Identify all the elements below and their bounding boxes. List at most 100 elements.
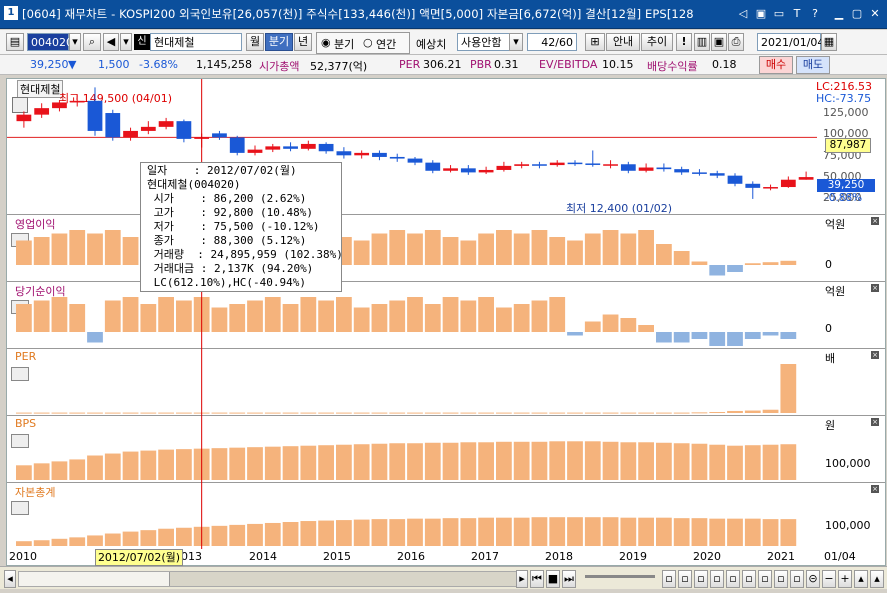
candle-body (389, 156, 405, 159)
bar-0 (709, 265, 726, 276)
bar-3 (176, 449, 192, 480)
radio-quarter-label[interactable]: 분기 (334, 36, 354, 52)
alert-icon[interactable]: ! (676, 33, 692, 51)
radio-quarter-icon[interactable]: ◉ (321, 36, 331, 49)
bar-3 (158, 449, 174, 480)
bar-1 (336, 297, 352, 332)
candle-body (354, 152, 370, 156)
bottom-bar: ◂ ▸ ⏮ ■ ⏭ ▫ ▫ ▫ ▫ ▫ ▫ ▫ ▫ ▫ ⊝ − + ▴ ▴ (0, 566, 887, 589)
radio-annual-label[interactable]: 연간 (376, 36, 396, 52)
guide-button[interactable]: 안내 (606, 33, 640, 51)
down-arrow-icon: ▼ (68, 58, 77, 71)
search-icon[interactable]: ⌕ (83, 33, 101, 51)
stop-icon[interactable]: ■ (546, 570, 560, 588)
mktcap-value: 52,377(억) (310, 60, 368, 73)
candle-body (620, 164, 636, 171)
pbr-label: PBR (470, 58, 492, 71)
tab-year[interactable]: 년 (294, 33, 312, 51)
tool-icon[interactable]: ▫ (742, 570, 756, 588)
tool-icon[interactable]: ▫ (710, 570, 724, 588)
menu-icon[interactable]: ▤ (6, 33, 24, 51)
period-count-field[interactable]: 42/60 (527, 33, 577, 51)
bar-4 (140, 530, 157, 546)
buy-button[interactable]: 매수 (759, 56, 793, 74)
bar-4 (620, 517, 637, 546)
bar-4 (602, 517, 619, 546)
scroll-end-icon[interactable]: ▴ (870, 570, 884, 588)
bar-0 (87, 233, 103, 265)
date-field[interactable]: 2021/01/04 (757, 33, 824, 51)
scroll-right-icon[interactable]: ▸ (516, 570, 528, 588)
tool-icon[interactable]: ▫ (790, 570, 804, 588)
bar-0 (407, 233, 423, 265)
panel-icon[interactable]: ▭ (771, 6, 787, 21)
close-button[interactable]: ✕ (867, 6, 883, 21)
tool-icon[interactable]: ▫ (726, 570, 740, 588)
bar-2 (247, 412, 263, 414)
link-icon[interactable]: ◁ (735, 6, 751, 21)
tool-icon[interactable]: ▫ (662, 570, 676, 588)
candle-body (514, 164, 530, 166)
tooltip-line: 종가 : 88,300 (5.12%) (147, 234, 307, 247)
zoom-icon[interactable]: ⊞ (585, 33, 605, 51)
help-icon[interactable]: ? (807, 6, 823, 21)
tooltip-line: 일자 : 2012/07/02(월) (147, 164, 297, 177)
candle-body (105, 113, 121, 138)
bar-2 (229, 412, 246, 414)
calendar-icon[interactable]: ▦ (821, 33, 837, 51)
trend-button[interactable]: 추이 (641, 33, 673, 51)
save-icon[interactable]: ▣ (711, 33, 727, 51)
tile-icon[interactable]: ▣ (753, 6, 769, 21)
bar-0 (16, 240, 32, 265)
bar-0 (104, 230, 121, 265)
bar-0 (371, 233, 388, 265)
code-dropdown-icon[interactable]: ▾ (69, 33, 81, 51)
zoom-out-icon[interactable]: − (822, 570, 836, 588)
bar-0 (460, 240, 477, 265)
chart-settings-icon[interactable]: ▥ (694, 33, 710, 51)
speaker-icon[interactable]: ◀ (103, 33, 119, 51)
zoom-fit-icon[interactable]: ⊝ (806, 570, 820, 588)
sell-button[interactable]: 매도 (796, 56, 830, 74)
bar-3 (496, 441, 512, 480)
history-dropdown-icon[interactable]: ▾ (120, 33, 132, 51)
tool-icon[interactable]: ▫ (774, 570, 788, 588)
dividend-label: 배당수익률 (647, 60, 698, 73)
zoom-in-icon[interactable]: + (838, 570, 852, 588)
bar-1 (762, 332, 779, 336)
scroll-end-icon[interactable]: ▴ (854, 570, 868, 588)
stock-name-field[interactable]: 현대제철 (150, 33, 242, 51)
tool-icon[interactable]: ▫ (694, 570, 708, 588)
bar-1 (691, 332, 708, 339)
horizontal-scrollbar[interactable] (18, 571, 516, 587)
chart-area[interactable]: 현대제철 최고 149,500 (04/01) 최저 12,400 (01/02… (6, 78, 886, 550)
bar-4 (673, 518, 690, 546)
crosshair-tooltip: 일자 : 2012/07/02(월) 현대제철(004020) 시가 : 86,… (140, 162, 343, 292)
print-icon[interactable]: ⎙ (728, 33, 744, 51)
scroll-left-icon[interactable]: ◂ (4, 570, 16, 588)
bar-4 (460, 518, 477, 546)
candle-body (87, 100, 103, 131)
tab-month[interactable]: 월 (246, 33, 264, 51)
tool-icon[interactable]: ▫ (758, 570, 772, 588)
forecast-dropdown-icon[interactable]: ▾ (509, 33, 523, 51)
bar-4 (531, 517, 548, 546)
first-icon[interactable]: ⏮ (530, 570, 544, 588)
last-icon[interactable]: ⏭ (562, 570, 576, 588)
tab-quarter[interactable]: 분기 (265, 33, 293, 51)
bar-2 (656, 412, 672, 414)
chart-plot[interactable] (7, 79, 885, 549)
zoom-slider[interactable] (585, 575, 655, 578)
radio-annual-icon[interactable]: ○ (363, 36, 373, 49)
candle-body (763, 187, 778, 189)
bar-1 (371, 304, 388, 332)
candle-body (407, 158, 423, 163)
minimize-button[interactable]: ▁ (831, 6, 847, 21)
stock-code-input[interactable]: 004020 (27, 33, 73, 51)
bar-3 (282, 446, 299, 480)
scroll-thumb[interactable] (169, 572, 516, 586)
text-icon[interactable]: T (789, 6, 805, 21)
maximize-button[interactable]: ▢ (849, 6, 865, 21)
window-title: [0604] 재무차트 - KOSPI200 외국인보유[26,057(천)] … (22, 7, 694, 21)
tool-icon[interactable]: ▫ (678, 570, 692, 588)
